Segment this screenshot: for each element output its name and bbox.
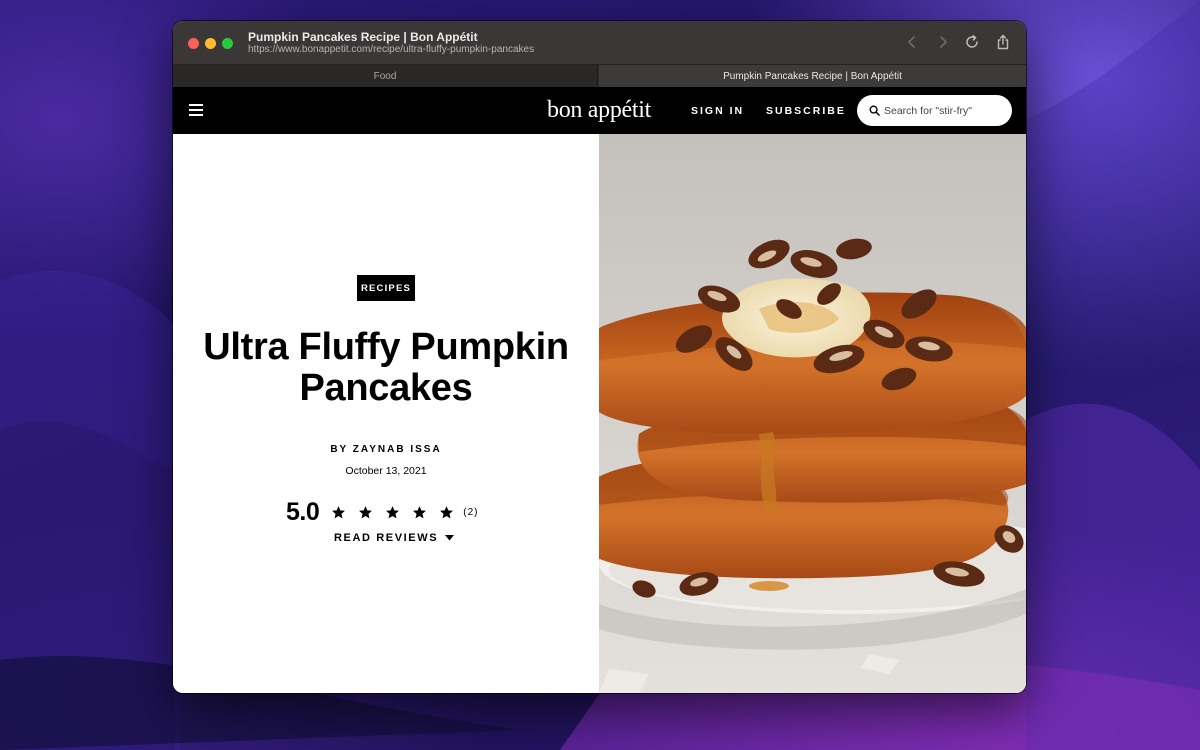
close-window-button[interactable] — [188, 38, 199, 49]
star-icon — [440, 505, 454, 518]
reload-icon — [966, 35, 978, 48]
publish-date: October 13, 2021 — [345, 465, 427, 477]
chevron-right-icon — [940, 36, 947, 48]
share-button[interactable] — [994, 33, 1012, 51]
share-icon — [997, 34, 1009, 50]
forward-button[interactable] — [934, 33, 952, 51]
search-box[interactable] — [857, 95, 1012, 126]
read-reviews-label: READ REVIEWS — [334, 532, 439, 544]
tab-pumpkin-pancakes[interactable]: Pumpkin Pancakes Recipe | Bon Appétit — [599, 65, 1026, 88]
zoom-window-button[interactable] — [222, 38, 233, 49]
minimize-window-button[interactable] — [205, 38, 216, 49]
review-count: (2) — [463, 506, 479, 518]
search-input[interactable] — [884, 104, 1009, 117]
recipe-hero-image — [599, 134, 1026, 693]
subscribe-link[interactable]: SUBSCRIBE — [766, 105, 846, 117]
window-page-title: Pumpkin Pancakes Recipe | Bon Appétit — [248, 30, 478, 44]
recipe-title: Ultra Fluffy Pumpkin Pancakes — [203, 326, 569, 409]
pumpkin-pancakes-photo — [599, 134, 1026, 693]
browser-window: Pumpkin Pancakes Recipe | Bon Appétit ht… — [173, 21, 1026, 693]
sign-in-link[interactable]: SIGN IN — [691, 105, 744, 117]
star-rating — [331, 505, 466, 520]
recipe-header-panel: RECIPES Ultra Fluffy Pumpkin Pancakes BY… — [173, 134, 599, 693]
chevron-down-icon — [445, 535, 455, 541]
back-button[interactable] — [903, 33, 921, 51]
star-icon — [386, 505, 400, 518]
read-reviews-button[interactable]: READ REVIEWS — [334, 532, 455, 544]
star-icon — [359, 505, 373, 518]
browser-titlebar: Pumpkin Pancakes Recipe | Bon Appétit ht… — [173, 21, 1026, 64]
address-bar-url[interactable]: https://www.bonappetit.com/recipe/ultra-… — [248, 44, 534, 55]
rating-summary: 5.0 (2) — [286, 497, 486, 527]
author-byline[interactable]: BY ZAYNAB ISSA — [173, 444, 599, 455]
site-header: bon appétit SIGN IN SUBSCRIBE — [173, 87, 1026, 134]
category-badge[interactable]: RECIPES — [357, 275, 415, 301]
star-icon — [332, 505, 346, 518]
search-icon — [869, 105, 880, 116]
chevron-left-icon — [908, 36, 915, 48]
reload-button[interactable] — [963, 33, 981, 51]
hamburger-menu-icon[interactable] — [189, 104, 203, 116]
tab-bar: Food Pumpkin Pancakes Recipe | Bon Appét… — [173, 64, 1026, 88]
rating-value: 5.0 — [286, 497, 320, 526]
tab-food[interactable]: Food — [173, 65, 598, 88]
star-icon — [413, 505, 427, 518]
site-logo[interactable]: bon appétit — [547, 97, 651, 124]
